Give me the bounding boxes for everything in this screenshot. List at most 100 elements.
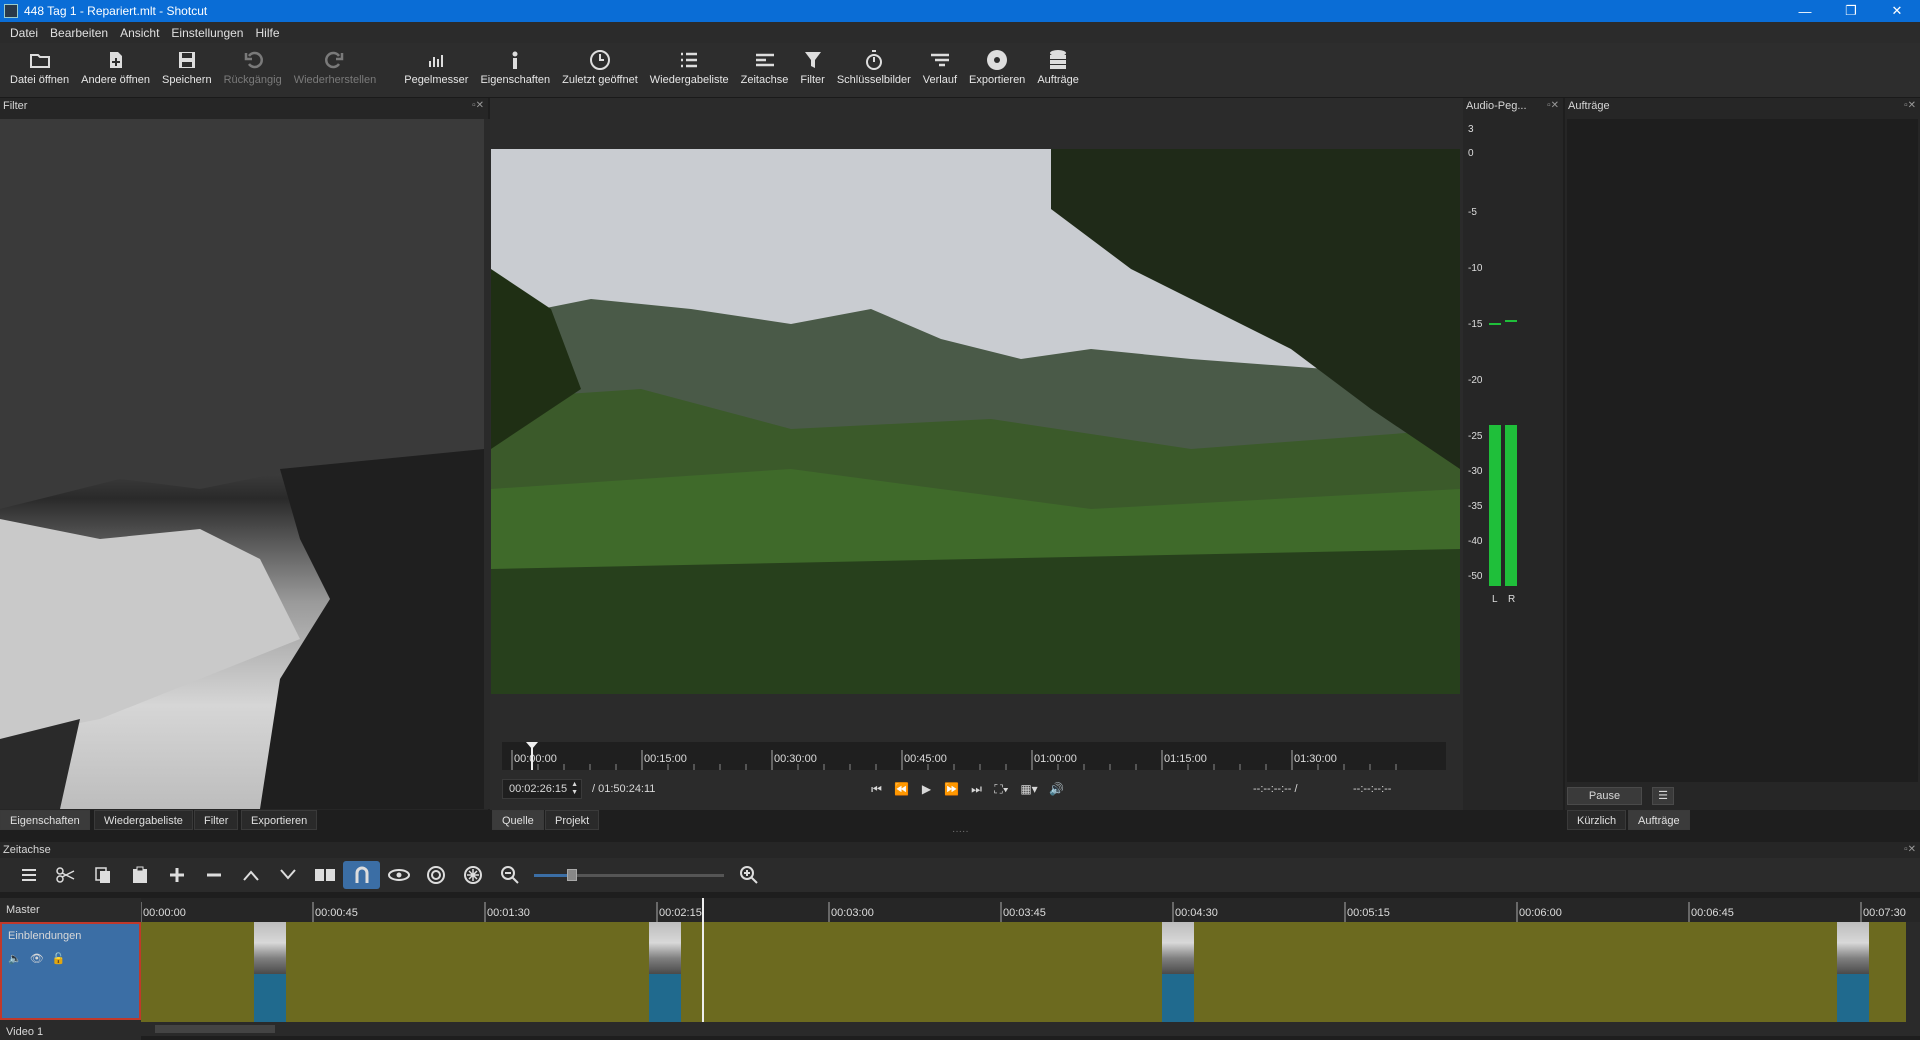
tab-exportieren[interactable]: Exportieren <box>241 810 318 830</box>
grid-icon[interactable]: ▦▾ <box>1014 782 1044 796</box>
funnel-icon <box>803 48 823 72</box>
timecode-spinbox[interactable]: 00:02:26:15 ▲ ▼ <box>502 779 582 799</box>
tab-eigenschaften[interactable]: Eigenschaften <box>0 810 90 830</box>
timeline-ruler[interactable]: 00:00:00 00:00:45 00:01:30 00:02:15 00:03:00… <box>140 898 1920 922</box>
track-headers: Master Einblendungen 🔈 👁 🔓 Video 1 <box>0 898 141 1040</box>
timeline-playhead[interactable] <box>702 898 704 1022</box>
mute-icon[interactable]: 🔈 <box>8 952 22 965</box>
zoom-in-icon[interactable] <box>730 861 767 889</box>
filter-button[interactable]: Filter <box>794 43 830 97</box>
play-icon[interactable]: ▶ <box>914 782 939 796</box>
paste-icon[interactable] <box>121 861 158 889</box>
tab-projekt[interactable]: Projekt <box>545 810 600 830</box>
transition-clip[interactable] <box>1162 922 1194 1022</box>
keyframes-button[interactable]: Schlüsselbilder <box>831 43 917 97</box>
history-button[interactable]: Verlauf <box>917 43 963 97</box>
zoom-slider-handle[interactable] <box>567 869 577 881</box>
track-einblendungen[interactable]: Einblendungen 🔈 👁 🔓 <box>0 922 141 1020</box>
transition-clip[interactable] <box>649 922 681 1022</box>
skip-previous-icon[interactable]: ⏮ <box>864 782 889 797</box>
track-master[interactable]: Master <box>0 898 141 922</box>
save-button[interactable]: Speichern <box>156 43 218 97</box>
skip-next-icon[interactable]: ⏭ <box>964 782 989 797</box>
undo-button[interactable]: Rückgängig <box>218 43 288 97</box>
lift-icon[interactable] <box>232 861 269 889</box>
filter-panel-title: Filter <box>3 100 28 112</box>
panel-float-close-icon[interactable]: ▫✕ <box>472 100 484 111</box>
track-einblendungen-clips[interactable] <box>141 922 1906 1022</box>
volume-icon[interactable]: 🔊 <box>1044 782 1069 796</box>
close-button[interactable]: ✕ <box>1874 0 1920 22</box>
ruler-tick-label: 00:01:30 <box>487 907 530 919</box>
player-scrubber[interactable]: 00:00:00 00:15:00 00:30:00 00:45:00 01:00:00… <box>502 742 1446 770</box>
timeline-button[interactable]: Zeitachse <box>735 43 795 97</box>
tab-filter[interactable]: Filter <box>194 810 239 830</box>
append-icon[interactable] <box>158 861 195 889</box>
ruler-tick-label: 00:03:45 <box>1003 907 1046 919</box>
copy-icon[interactable] <box>84 861 121 889</box>
tab-wiedergabeliste[interactable]: Wiedergabeliste <box>94 810 193 830</box>
scrollbar-thumb[interactable] <box>155 1025 275 1033</box>
zoom-out-icon[interactable] <box>491 861 528 889</box>
current-timecode: 00:02:26:15 <box>509 783 568 795</box>
zoom-slider[interactable] <box>534 865 724 885</box>
undo-icon <box>243 48 263 72</box>
lock-icon[interactable]: 🔓 <box>52 952 66 965</box>
restore-button[interactable]: ❐ <box>1828 0 1874 22</box>
zoom-fit-icon[interactable]: ⛶▾ <box>989 782 1014 797</box>
open-other-button[interactable]: Andere öffnen <box>75 43 156 97</box>
meter-icon <box>427 48 445 72</box>
in-point-display: --:--:--:-- / <box>1253 783 1298 795</box>
panel-float-close-icon[interactable]: ▫✕ <box>1547 100 1559 111</box>
meter-scale-label: -30 <box>1468 466 1483 477</box>
rewind-icon[interactable]: ⏪ <box>889 782 914 796</box>
open-file-button[interactable]: Datei öffnen <box>4 43 75 97</box>
tab-auftraege[interactable]: Aufträge <box>1628 810 1690 830</box>
overwrite-icon[interactable] <box>269 861 306 889</box>
menu-ansicht[interactable]: Ansicht <box>114 26 165 40</box>
properties-button[interactable]: Eigenschaften <box>474 43 556 97</box>
menu-datei[interactable]: Datei <box>4 26 44 40</box>
splitter-grip[interactable]: ····· <box>952 826 969 837</box>
visibility-icon[interactable]: 👁 <box>30 952 44 965</box>
ripple-all-icon[interactable] <box>454 861 491 889</box>
export-button[interactable]: Exportieren <box>963 43 1031 97</box>
scrub-tick-label: 00:15:00 <box>644 753 687 765</box>
vertical-scrollbar[interactable] <box>1906 922 1920 1022</box>
title-bar: 448 Tag 1 - Repariert.mlt - Shotcut — ❐ … <box>0 0 1920 22</box>
menu-bearbeiten[interactable]: Bearbeiten <box>44 26 114 40</box>
tab-quelle[interactable]: Quelle <box>492 810 544 830</box>
tab-kuerzlich[interactable]: Kürzlich <box>1567 810 1627 830</box>
timeline-icon <box>754 48 776 72</box>
scrub-icon[interactable] <box>380 861 417 889</box>
playlist-button[interactable]: Wiedergabeliste <box>644 43 735 97</box>
redo-button[interactable]: Wiederherstellen <box>288 43 383 97</box>
recent-button[interactable]: Zuletzt geöffnet <box>556 43 644 97</box>
ripple-icon[interactable] <box>417 861 454 889</box>
audio-meter-button[interactable]: Pegelmesser <box>398 43 474 97</box>
meter-scale-label: -10 <box>1468 263 1483 274</box>
panel-float-close-icon[interactable]: ▫✕ <box>1904 844 1916 855</box>
menu-hilfe[interactable]: Hilfe <box>249 26 285 40</box>
timeline-menu-icon[interactable] <box>10 861 47 889</box>
split-icon[interactable] <box>306 861 343 889</box>
ripple-delete-icon[interactable] <box>195 861 232 889</box>
spinner-icon[interactable]: ▲ ▼ <box>571 781 578 797</box>
meter-scale-label: -15 <box>1468 319 1483 330</box>
transition-clip[interactable] <box>1837 922 1869 1022</box>
menu-bar: Datei Bearbeiten Ansicht Einstellungen H… <box>0 22 1920 43</box>
track-video-1[interactable]: Video 1 <box>0 1020 141 1040</box>
fast-forward-icon[interactable]: ⏩ <box>939 782 964 796</box>
meter-peak <box>1489 323 1501 325</box>
minimize-button[interactable]: — <box>1782 0 1828 22</box>
snap-icon[interactable] <box>343 861 380 889</box>
horizontal-scrollbar[interactable] <box>141 1022 1920 1036</box>
scrub-tick-label: 01:30:00 <box>1294 753 1337 765</box>
menu-einstellungen[interactable]: Einstellungen <box>165 26 249 40</box>
cut-icon[interactable] <box>47 861 84 889</box>
jobs-button[interactable]: Aufträge <box>1031 43 1085 97</box>
panel-float-close-icon[interactable]: ▫✕ <box>1904 100 1916 111</box>
transition-clip[interactable] <box>254 922 286 1022</box>
jobs-menu-button[interactable]: ☰ <box>1652 787 1674 805</box>
pause-button[interactable]: Pause <box>1567 787 1642 805</box>
